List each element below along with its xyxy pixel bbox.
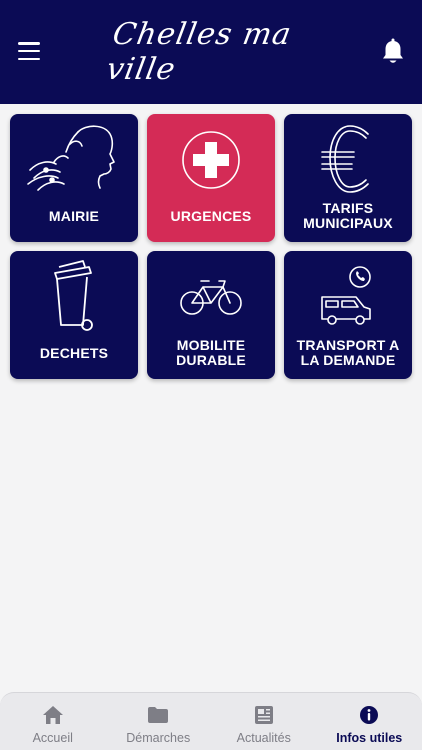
newspaper-icon [254,706,273,724]
trash-bin-icon [54,260,93,331]
tile-label: TARIFS MUNICIPAUX [303,200,393,231]
tab-label: Accueil [32,731,73,745]
tile-label: MOBILITE DURABLE [176,337,246,368]
tile-transport-a-la-demande[interactable]: TRANSPORT A LA DEMANDE [284,251,412,379]
tile-mairie[interactable]: MAIRIE [10,114,138,242]
tile-urgences[interactable]: URGENCES [147,114,275,242]
app-header: Chelles ma ville [0,0,422,104]
home-icon [42,706,63,724]
hamburger-icon [18,42,40,45]
app-logo: Chelles ma ville [103,17,295,87]
tab-label: Infos utiles [336,731,403,745]
bottom-tab-bar: Accueil Démarches Actualités Infos utile… [0,692,422,750]
hamburger-menu-button[interactable] [18,42,40,60]
marianne-icon [27,125,115,191]
notifications-button[interactable] [380,38,406,66]
tab-accueil[interactable]: Accueil [0,693,106,750]
info-icon [360,706,379,724]
euro-icon [321,125,369,193]
tile-label: TRANSPORT A LA DEMANDE [296,337,400,368]
services-grid: MAIRIE URGENCES TARIFS MUNICIPAUX DECHET… [10,114,412,379]
tab-actualites[interactable]: Actualités [211,693,317,750]
tile-label: MAIRIE [48,207,100,224]
folder-icon [148,707,169,723]
tile-dechets[interactable]: DECHETS [10,251,138,379]
tile-label: DECHETS [39,344,109,361]
tab-infos-utiles[interactable]: Infos utiles [317,693,422,750]
tile-label: URGENCES [170,207,252,224]
tab-demarches[interactable]: Démarches [106,693,212,750]
tile-tarifs-municipaux[interactable]: TARIFS MUNICIPAUX [284,114,412,242]
van-phone-icon [321,266,371,325]
medical-cross-icon [182,131,240,189]
tab-label: Démarches [126,731,191,745]
bicycle-icon [180,280,242,315]
tile-mobilite-durable[interactable]: MOBILITE DURABLE [147,251,275,379]
tab-label: Actualités [236,731,291,745]
bell-icon [383,38,403,63]
